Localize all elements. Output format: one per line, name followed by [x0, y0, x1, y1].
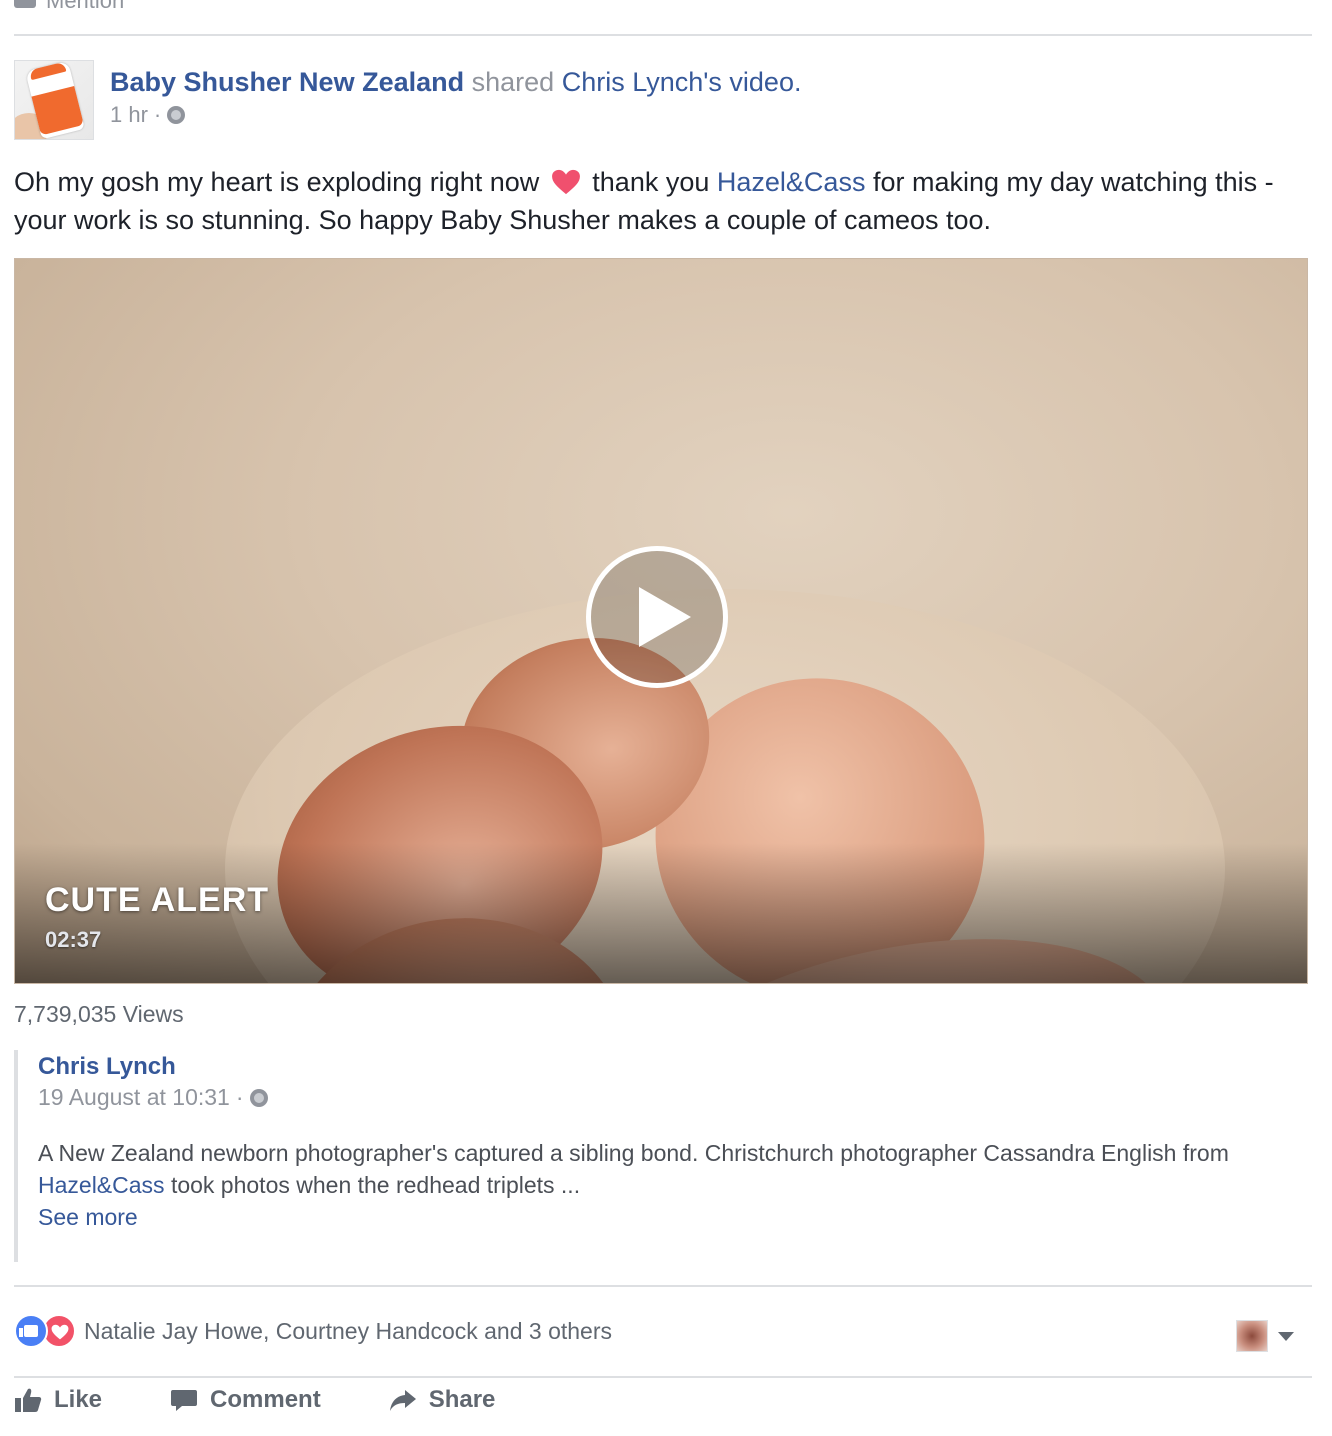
share-label: Share — [428, 1386, 496, 1413]
post-header: Baby Shusher New Zealand shared Chris Ly… — [14, 60, 801, 140]
post-time[interactable]: 1 hr — [110, 102, 148, 128]
shared-author-name[interactable]: Chris Lynch — [38, 1050, 1312, 1084]
video-player[interactable]: CUTE ALERT 02:37 — [14, 258, 1308, 984]
reactors-text[interactable]: Natalie Jay Howe, Courtney Handcock and … — [84, 1318, 612, 1345]
comment-button[interactable]: Comment — [170, 1386, 321, 1414]
globe-icon[interactable] — [167, 106, 186, 124]
mention-label: Mention — [46, 0, 125, 13]
like-reaction-icon — [14, 1314, 48, 1348]
viewer-avatar — [1236, 1320, 1268, 1352]
shared-suffix[interactable]: 's video. — [703, 67, 801, 97]
shared-author-link[interactable]: Chris Lynch — [562, 67, 704, 97]
heart-emoji-icon — [551, 169, 580, 195]
chevron-down-icon — [1278, 1331, 1294, 1341]
like-button[interactable]: Like — [14, 1386, 102, 1414]
share-button[interactable]: Share — [389, 1386, 496, 1414]
play-button[interactable] — [586, 546, 728, 688]
post-attribution: Baby Shusher New Zealand shared Chris Ly… — [110, 64, 801, 100]
mention-row[interactable]: Mention — [14, 0, 124, 16]
divider — [14, 34, 1312, 36]
divider — [14, 1376, 1312, 1378]
hazel-cass-link[interactable]: Hazel&Cass — [717, 167, 866, 197]
shared-post-box: Chris Lynch 19 August at 10:31 · A New Z… — [14, 1050, 1312, 1262]
thumbs-up-icon — [15, 1388, 42, 1412]
see-more-link[interactable]: See more — [38, 1201, 1298, 1233]
shared-date[interactable]: 19 August at 10:31 — [38, 1084, 230, 1111]
comment-icon — [171, 1390, 198, 1411]
video-title: CUTE ALERT — [45, 881, 270, 919]
shared-text-part1: A New Zealand newborn photographer's cap… — [38, 1140, 1229, 1166]
comment-as-selector[interactable] — [1236, 1320, 1294, 1352]
shared-text-part2: took photos when the redhead triplets ..… — [170, 1172, 581, 1198]
play-icon — [639, 587, 691, 647]
post-text-part1: Oh my gosh my heart is exploding right n… — [14, 167, 540, 197]
post-text-part2: thank you — [592, 167, 710, 197]
meta-dot: · — [153, 102, 162, 127]
page-name-link[interactable]: Baby Shusher New Zealand — [110, 67, 464, 97]
globe-icon[interactable] — [249, 1088, 268, 1107]
post-meta: 1 hr · — [110, 102, 801, 128]
shared-post-text: A New Zealand newborn photographer's cap… — [38, 1137, 1298, 1233]
shared-word: shared — [471, 67, 555, 97]
post-actions: Like Comment Share — [14, 1386, 563, 1414]
comment-bubble-icon — [14, 0, 36, 8]
video-duration: 02:37 — [45, 927, 102, 952]
like-label: Like — [54, 1386, 103, 1413]
post-body: Oh my gosh my heart is exploding right n… — [14, 163, 1314, 239]
meta-dot: · — [235, 1084, 244, 1110]
hazel-cass-link[interactable]: Hazel&Cass — [38, 1172, 165, 1198]
reactions-summary[interactable]: Natalie Jay Howe, Courtney Handcock and … — [14, 1314, 612, 1348]
comment-label: Comment — [210, 1386, 321, 1413]
page-avatar[interactable] — [14, 60, 94, 140]
share-arrow-icon — [389, 1390, 416, 1411]
view-count: 7,739,035 Views — [14, 1001, 184, 1027]
shared-meta: 19 August at 10:31 · — [38, 1084, 1312, 1111]
divider — [14, 1285, 1312, 1287]
